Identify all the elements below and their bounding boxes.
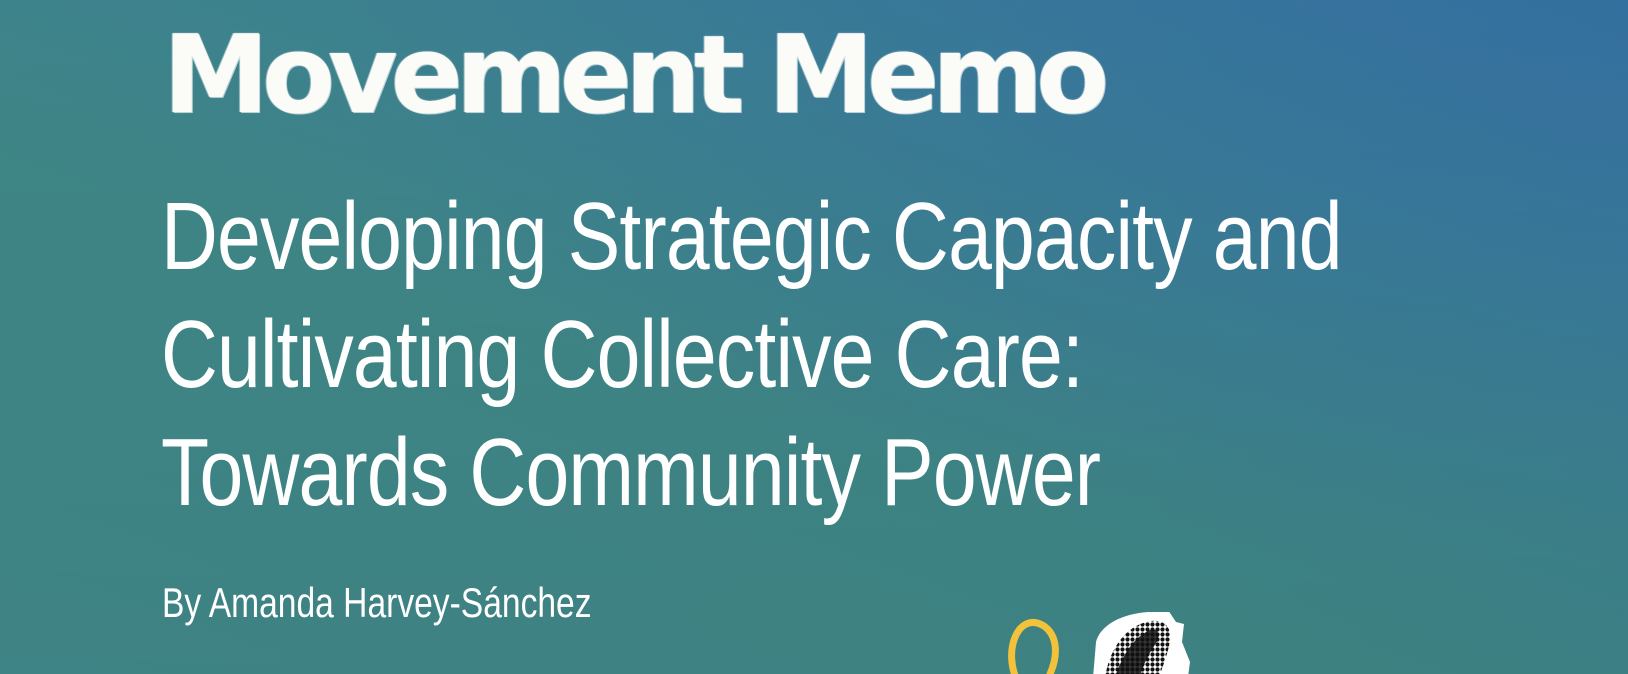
headline-line-2: Cultivating Collective Care: — [161, 301, 1084, 408]
series-title: Movement Memo — [163, 13, 1109, 138]
byline: By Amanda Harvey-Sánchez — [162, 579, 592, 626]
yellow-loop-shape — [1008, 619, 1059, 674]
headline-line-3: Towards Community Power — [161, 419, 1101, 526]
collage-hand-icon — [1000, 612, 1240, 674]
headline: Developing Strategic Capacity and Cultiv… — [161, 178, 1343, 532]
headline-line-1: Developing Strategic Capacity and — [161, 183, 1343, 290]
cover-background: Movement Memo Developing Strategic Capac… — [0, 0, 1628, 674]
